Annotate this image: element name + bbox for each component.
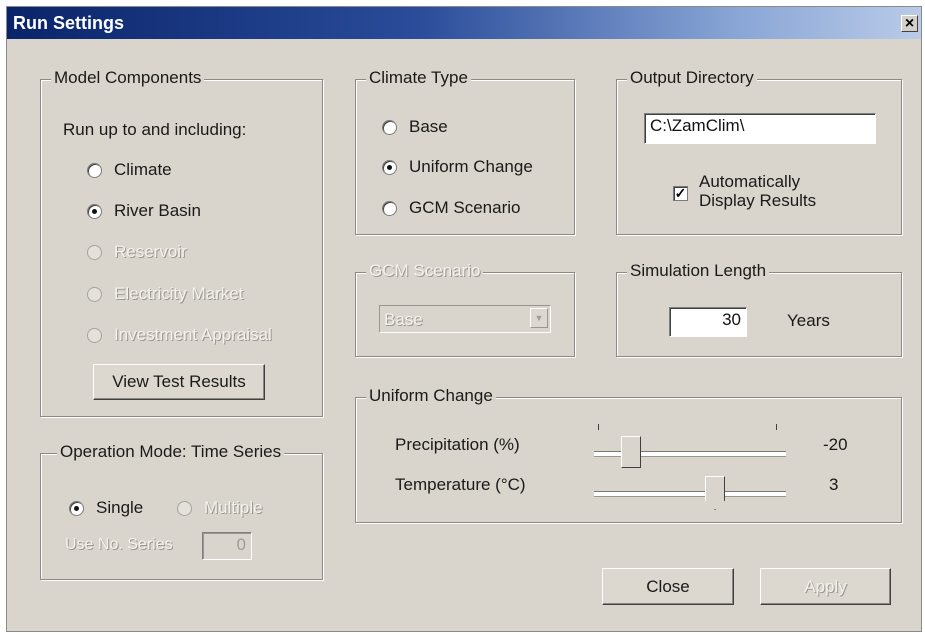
- gcm-scenario-select[interactable]: Base ▼: [379, 305, 551, 333]
- radio-base-label: Base: [409, 117, 448, 136]
- radio-indicator: [382, 119, 397, 135]
- temperature-label: Temperature (°C): [395, 475, 526, 494]
- run-up-to-label: Run up to and including:: [63, 120, 247, 139]
- radio-indicator: [382, 200, 397, 216]
- years-label: Years: [787, 311, 830, 330]
- view-test-results-button[interactable]: View Test Results: [93, 364, 265, 400]
- run-settings-dialog: Run Settings × Model Components Run up t…: [6, 6, 922, 632]
- climate-type-legend: Climate Type: [366, 68, 471, 88]
- use-no-series-field[interactable]: 0: [202, 532, 252, 560]
- radio-investment-appraisal-label: Investment Appraisal: [114, 325, 272, 344]
- output-directory-input[interactable]: C:\ZamClim\: [644, 113, 876, 144]
- operation-mode-group: Operation Mode: Time Series Single Multi…: [40, 442, 323, 580]
- apply-button[interactable]: Apply: [760, 568, 891, 605]
- precipitation-value: -20: [823, 435, 848, 454]
- auto-display-checkbox[interactable]: ✓: [673, 186, 688, 201]
- simulation-length-input[interactable]: 30: [669, 307, 747, 337]
- close-icon[interactable]: ×: [901, 15, 918, 32]
- radio-uniform-change-label: Uniform Change: [409, 157, 533, 176]
- radio-river-basin-label: River Basin: [114, 201, 201, 220]
- radio-indicator: [87, 162, 102, 178]
- output-directory-group: Output Directory C:\ZamClim\ ✓ Automatic…: [616, 68, 902, 235]
- simulation-length-legend: Simulation Length: [627, 261, 770, 281]
- gcm-scenario-group: GCM Scenario Base ▼: [355, 261, 575, 357]
- temperature-slider-track: [594, 491, 786, 496]
- uniform-change-group: Uniform Change Precipitation (%) Tempera…: [355, 386, 902, 523]
- output-directory-legend: Output Directory: [627, 68, 757, 88]
- use-no-series-label: Use No. Series: [65, 536, 173, 553]
- radio-gcm-scenario[interactable]: GCM Scenario: [382, 198, 520, 218]
- radio-multiple[interactable]: Multiple: [177, 498, 263, 518]
- radio-investment-appraisal[interactable]: Investment Appraisal: [87, 325, 272, 345]
- uniform-change-legend: Uniform Change: [366, 386, 496, 406]
- radio-electricity-market[interactable]: Electricity Market: [87, 284, 243, 304]
- radio-multiple-label: Multiple: [204, 498, 263, 517]
- gcm-scenario-legend: GCM Scenario: [366, 261, 484, 281]
- radio-indicator-checked: [69, 500, 84, 516]
- window-title: Run Settings: [13, 13, 124, 33]
- radio-indicator: [87, 244, 102, 260]
- auto-display-label-line2: Display Results: [699, 191, 817, 210]
- climate-type-group: Climate Type Base Uniform Change GCM Sce…: [355, 68, 575, 235]
- radio-single[interactable]: Single: [69, 498, 143, 518]
- radio-climate-label: Climate: [114, 160, 172, 179]
- slider-tick: [776, 424, 777, 430]
- radio-climate[interactable]: Climate: [87, 160, 172, 180]
- auto-display-label: Automatically Display Results: [699, 172, 816, 210]
- radio-indicator-checked: [382, 159, 397, 175]
- radio-single-label: Single: [96, 498, 144, 517]
- temperature-slider-thumb[interactable]: [705, 476, 725, 510]
- model-components-legend: Model Components: [51, 68, 205, 88]
- radio-gcm-scenario-label: GCM Scenario: [409, 198, 521, 217]
- gcm-scenario-selected: Base: [384, 310, 423, 329]
- radio-indicator-checked: [87, 203, 102, 219]
- slider-tick: [598, 424, 599, 430]
- operation-mode-legend: Operation Mode: Time Series: [57, 442, 285, 462]
- radio-uniform-change[interactable]: Uniform Change: [382, 157, 533, 177]
- temperature-value: 3: [829, 475, 839, 494]
- radio-indicator: [87, 327, 102, 343]
- radio-indicator: [177, 500, 192, 516]
- radio-base[interactable]: Base: [382, 117, 448, 137]
- simulation-length-group: Simulation Length 30 Years: [616, 261, 902, 357]
- radio-indicator: [87, 286, 102, 302]
- radio-reservoir-label: Reservoir: [114, 242, 187, 261]
- precipitation-label: Precipitation (%): [395, 435, 520, 454]
- model-components-group: Model Components Run up to and including…: [40, 68, 323, 417]
- radio-electricity-market-label: Electricity Market: [114, 284, 244, 303]
- radio-reservoir[interactable]: Reservoir: [87, 242, 187, 262]
- chevron-down-icon[interactable]: ▼: [530, 308, 548, 328]
- radio-river-basin[interactable]: River Basin: [87, 201, 201, 221]
- auto-display-label-line1: Automatically: [699, 172, 801, 191]
- close-button[interactable]: Close: [602, 568, 734, 605]
- title-bar[interactable]: Run Settings ×: [7, 7, 921, 39]
- precipitation-slider-thumb[interactable]: [621, 436, 641, 468]
